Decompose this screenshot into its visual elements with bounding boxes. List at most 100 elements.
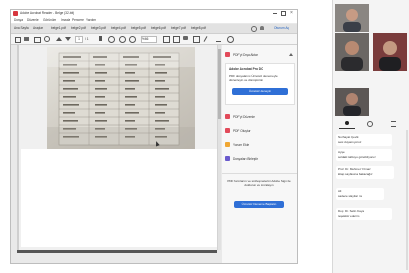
export-pdf-icon [225,52,230,57]
tools-divider [222,173,297,174]
tab-document[interactable]: belge1.pdf [51,26,67,30]
tab-document[interactable]: belge2.pdf [71,26,87,30]
select-tool-icon[interactable] [99,36,102,41]
chat-message: Prof. Dr. Mehmet Yılmaz kitap sayfasına … [336,166,394,179]
chevron-up-icon[interactable] [289,53,293,56]
list-icon[interactable] [391,121,396,127]
print-icon[interactable] [24,37,29,41]
menu-bar: Dosya Düzenle Görünüm İmzala Pencere Yar… [11,17,297,23]
participant-avatar-icon [335,88,369,116]
participant-video[interactable] [335,33,369,71]
menu-item-file[interactable]: Dosya [14,18,23,22]
sidebar-scrollbar[interactable] [406,130,408,270]
sign-promo-text: PDF formlarını ve sözleşmelerini Adobe S… [227,179,291,187]
toolbar: 1 / 1 %66 [11,34,297,45]
participant-video[interactable] [335,88,369,116]
share-icon[interactable] [227,36,234,43]
sign-in-link[interactable]: Oturum Aç [274,26,289,30]
tab-bar: Ana Sayfa Araçlar belge1.pdf belge2.pdf … [11,24,297,34]
search-icon[interactable] [44,36,50,42]
help-icon[interactable] [251,26,257,32]
maximize-icon[interactable] [281,11,286,16]
tools-item-label: Dosyaları Birleştir [233,157,258,161]
comment-icon [225,142,230,147]
menu-item-sign[interactable]: İmzala [61,18,70,22]
document-viewport[interactable] [17,45,218,250]
tab-document[interactable]: belge6.pdf [151,26,167,30]
menu-item-help[interactable]: Yardım [86,18,96,22]
tab-home[interactable]: Ana Sayfa [14,26,30,30]
document-bottom-bar [17,250,217,253]
menu-item-window[interactable]: Pencere [72,18,84,22]
comment-icon[interactable] [183,36,188,40]
tab-document[interactable]: belge5.pdf [131,26,147,30]
tools-item[interactable]: Dosyaları Birleştir [225,155,295,163]
pen-icon[interactable] [203,36,208,42]
tab-document[interactable]: belge8.pdf [191,26,207,30]
free-trial-button[interactable]: Ücretsiz deneyin [232,88,288,95]
next-page-icon[interactable] [65,37,71,41]
scanned-table-graphic [47,47,195,149]
tools-item[interactable]: Yorum Ekle [225,141,295,149]
participant-video[interactable] [373,33,407,71]
promo-text: PDF dosyalarını Ücretsiz denemeyle düzen… [229,74,278,82]
bell-icon[interactable] [260,26,264,30]
menu-item-edit[interactable]: Düzenle [27,18,39,22]
scroll-mode-icon[interactable] [173,36,180,43]
chat-text: kitap sayfasına bakacağız [338,172,373,176]
meeting-sidebar: Nurhayat Çevik sesi duyamıyoruz Ayşe sol… [333,0,409,273]
participant-avatar-icon [335,4,369,32]
tab-document[interactable]: belge3.pdf [91,26,107,30]
edit-pdf-icon [225,114,230,119]
scrollbar-thumb[interactable] [218,49,221,119]
participant-avatar-icon [373,33,407,71]
previous-page-icon[interactable] [56,37,62,41]
blank-page-area [21,149,217,247]
people-icon[interactable] [367,121,373,127]
close-icon[interactable]: × [290,10,293,16]
tab-tools[interactable]: Araçlar [33,26,47,30]
combine-files-icon [225,156,230,161]
save-icon[interactable] [15,37,21,43]
scanned-table-image [47,47,195,149]
zoom-in-icon[interactable] [129,36,136,43]
tools-item-export[interactable]: PDF'yi Dışa Aktar [225,51,295,59]
tools-item-label: PDF'yi Düzenle [233,115,255,119]
participants-icon[interactable] [345,121,349,125]
chat-text: soldaki tabloyu görebiliyoruz [338,155,376,159]
document-scrollbar[interactable] [218,45,221,250]
tab-document[interactable]: belge4.pdf [111,26,127,30]
chat-message: Doç. Dr. Selin Kaya teşekkür ederim [336,208,392,220]
tools-item-label: Yorum Ekle [233,143,250,147]
menu-item-view[interactable]: Görünüm [43,18,56,22]
hand-tool-icon[interactable] [108,36,115,43]
chat-text: sadece slaytlar mı [338,194,363,198]
fit-page-icon[interactable] [163,36,170,43]
acrobat-logo-icon [13,11,18,16]
chat-sender: Nurhayat Çevik [338,135,359,139]
chat-message: Ali sadece slaytlar mı [336,188,384,200]
window-title: Adobe Acrobat Reader - Belge (32-bit) [20,11,75,15]
sign-icon[interactable] [216,36,221,42]
create-pdf-icon [225,128,230,133]
zoom-level-select[interactable]: %66 [141,36,157,43]
chat-message: Ayşe soldaki tabloyu görebiliyoruz [336,149,392,161]
acrobat-window: Adobe Acrobat Reader - Belge (32-bit) × … [10,9,298,264]
tools-item[interactable]: PDF Oluştur [225,127,295,135]
highlight-icon[interactable] [193,36,200,43]
participant-video[interactable] [335,4,369,32]
zoom-out-icon[interactable] [119,36,126,43]
page-number-input[interactable]: 1 [75,36,83,43]
sidebar-divider [332,0,333,273]
tab-document[interactable]: belge7.pdf [171,26,187,30]
promo-title: Adobe Acrobat Pro DC [229,67,264,71]
start-free-trial-button[interactable]: Ücretsiz Deneme Başlatın [234,201,284,208]
chat-sender: Ali [338,189,342,193]
tools-item-label: PDF'yi Dışa Aktar [233,53,258,57]
page-total: / 1 [85,37,89,41]
email-icon[interactable] [34,37,41,43]
minimize-icon[interactable] [273,13,277,14]
title-bar: Adobe Acrobat Reader - Belge (32-bit) × [11,10,297,17]
tools-item[interactable]: PDF'yi Düzenle [225,113,295,121]
page-sidebar-divider [17,45,19,250]
